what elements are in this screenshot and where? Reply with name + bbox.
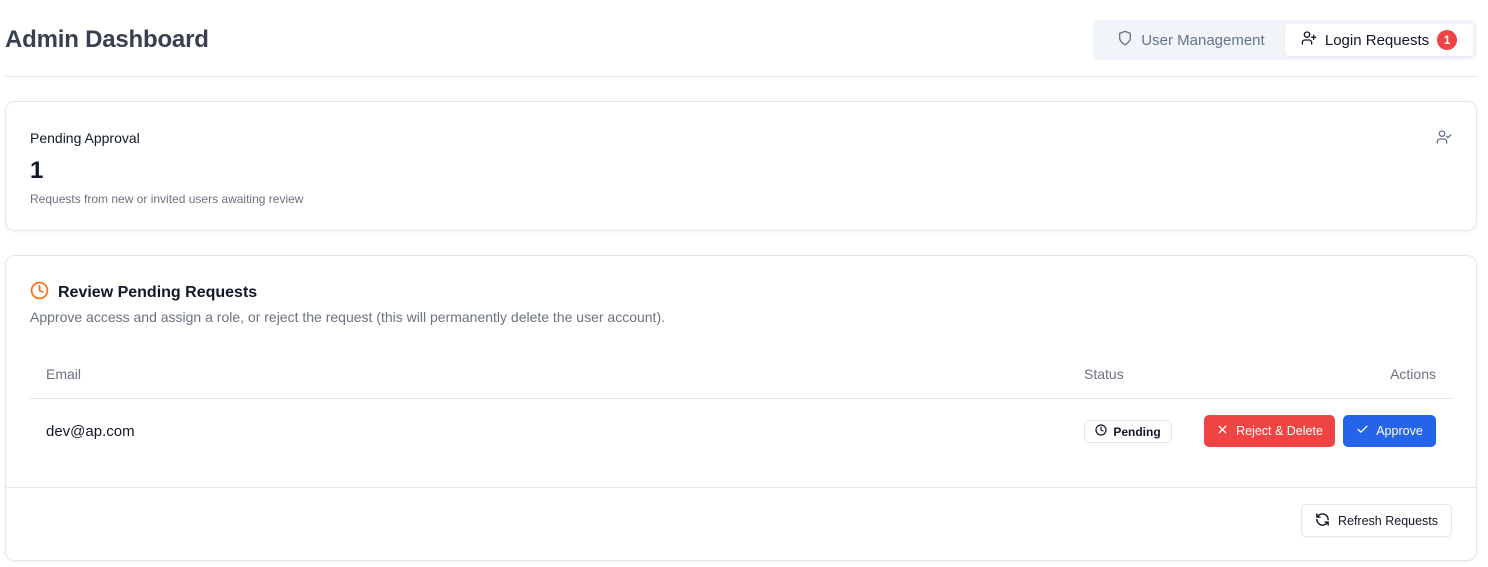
clock-icon	[1095, 424, 1107, 439]
status-text: Pending	[1113, 424, 1161, 439]
table-row: dev@ap.com Pending Reject & Delete Appro…	[30, 399, 1452, 463]
check-icon	[1356, 423, 1369, 439]
column-header-email: Email	[46, 366, 82, 382]
review-description: Approve access and assign a role, or rej…	[30, 309, 665, 325]
tab-user-management[interactable]: User Management	[1097, 24, 1285, 56]
stats-label: Pending Approval	[30, 130, 140, 146]
reject-delete-button[interactable]: Reject & Delete	[1204, 415, 1335, 447]
refresh-icon	[1315, 512, 1330, 530]
column-header-actions: Actions	[1390, 366, 1436, 382]
page-title: Admin Dashboard	[5, 26, 209, 53]
card-footer: Refresh Requests	[6, 487, 1476, 560]
count-badge: 1	[1437, 30, 1458, 50]
close-icon	[1216, 423, 1229, 439]
tab-list: User Management Login Requests 1	[1093, 20, 1477, 60]
column-header-status: Status	[1084, 366, 1124, 382]
status-badge: Pending	[1084, 420, 1172, 443]
approve-label: Approve	[1376, 424, 1423, 438]
page: Admin Dashboard User Management Login Re…	[0, 0, 1488, 567]
stats-description: Requests from new or invited users await…	[30, 192, 304, 206]
pending-approval-card: Pending Approval 1 Requests from new or …	[5, 101, 1477, 231]
shield-icon	[1117, 30, 1133, 50]
stats-value: 1	[30, 157, 44, 184]
review-title: Review Pending Requests	[58, 284, 258, 301]
table-header: Email Status Actions	[30, 352, 1452, 399]
user-check-icon	[1436, 129, 1452, 150]
reject-label: Reject & Delete	[1236, 424, 1323, 438]
header: Admin Dashboard User Management Login Re…	[5, 0, 1477, 77]
refresh-label: Refresh Requests	[1337, 513, 1439, 528]
clock-icon	[30, 281, 49, 305]
approve-button[interactable]: Approve	[1343, 415, 1436, 447]
tab-label: Login Requests	[1324, 31, 1430, 49]
row-email: dev@ap.com	[46, 423, 135, 440]
requests-table: Email Status Actions dev@ap.com Pending	[30, 352, 1452, 463]
review-title-row: Review Pending Requests	[30, 281, 257, 305]
tab-login-requests[interactable]: Login Requests 1	[1285, 24, 1473, 56]
user-plus-icon	[1301, 30, 1317, 50]
review-requests-card: Review Pending Requests Approve access a…	[5, 255, 1477, 561]
refresh-requests-button[interactable]: Refresh Requests	[1301, 504, 1452, 537]
tab-label: User Management	[1141, 31, 1265, 49]
